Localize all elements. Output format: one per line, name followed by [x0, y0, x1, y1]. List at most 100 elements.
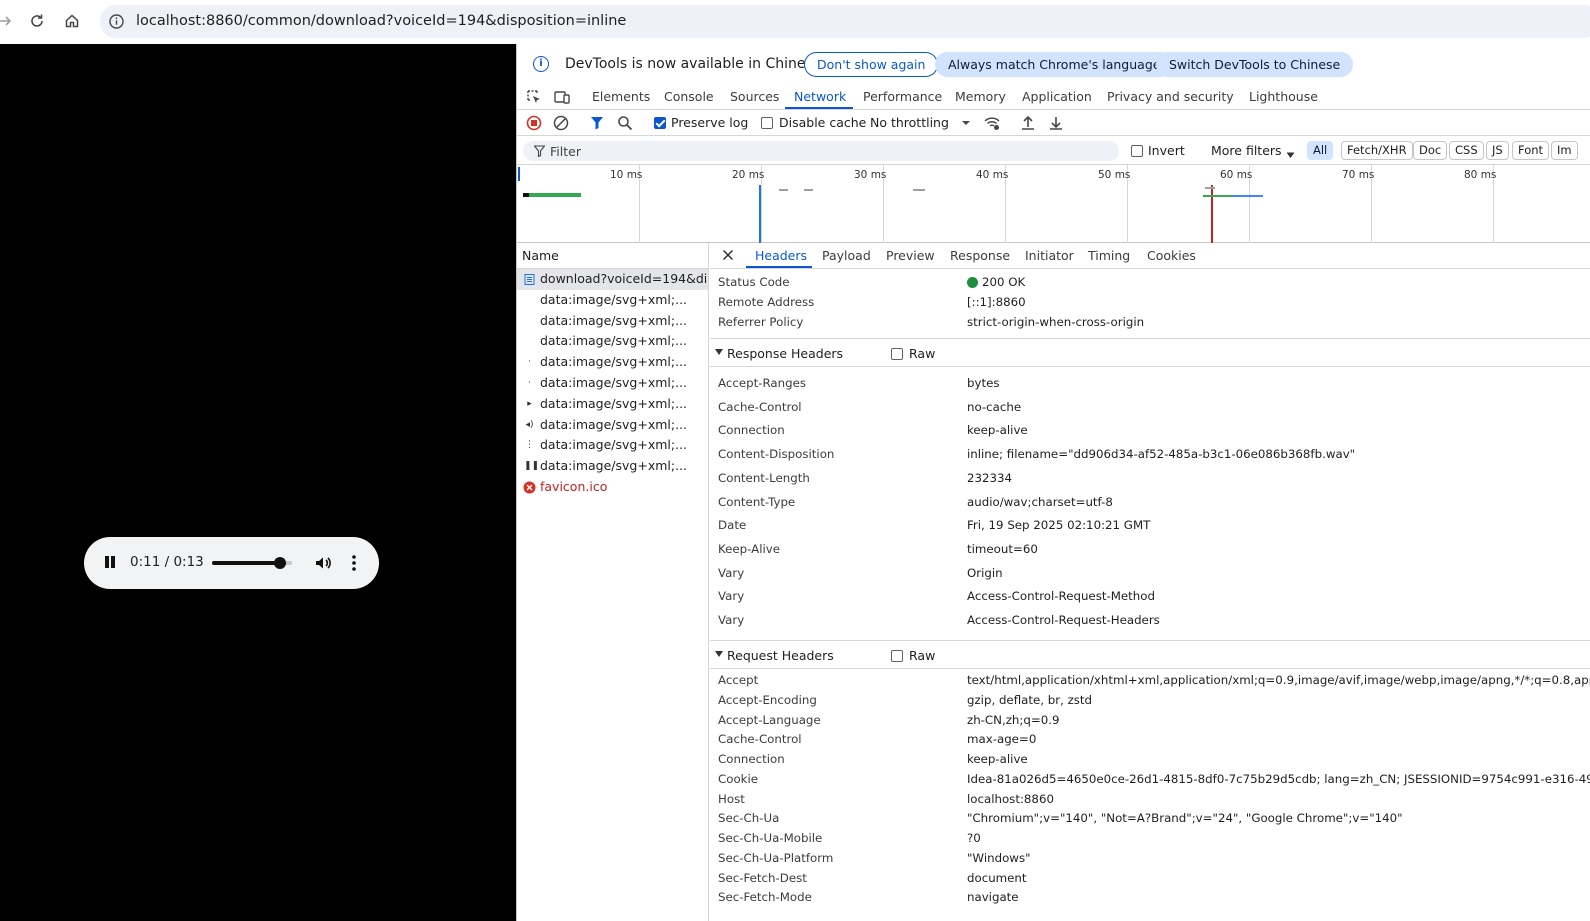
tab-initiator[interactable]: Initiator	[1025, 248, 1074, 263]
site-info-icon[interactable]	[108, 13, 125, 30]
header-value: 232334	[967, 470, 1013, 485]
network-conditions-icon[interactable]	[983, 114, 1001, 132]
header-value: inline; filename="dd906d34-af52-485a-b3c…	[967, 447, 1356, 462]
type-filter-doc[interactable]: Doc	[1413, 141, 1448, 160]
invert-checkbox[interactable]	[1131, 145, 1143, 157]
import-har-icon[interactable]	[1019, 114, 1037, 132]
more-options-icon[interactable]	[346, 553, 362, 573]
seek-slider[interactable]	[212, 557, 292, 569]
type-filter-all[interactable]: All	[1307, 141, 1334, 160]
tab-preview[interactable]: Preview	[886, 248, 935, 263]
tab-sources[interactable]: Sources	[730, 89, 779, 104]
pause-icon[interactable]	[102, 554, 118, 572]
inspect-element-icon[interactable]	[525, 88, 543, 106]
filter-icon[interactable]	[588, 114, 606, 132]
more-filters-button[interactable]: More filters	[1211, 143, 1282, 158]
tab-console[interactable]: Console	[664, 89, 714, 104]
close-icon[interactable]	[722, 249, 734, 264]
request-row[interactable]: · data:image/svg+xml;...	[517, 352, 708, 373]
request-bar	[1205, 187, 1215, 189]
more-icon: ⋮	[525, 440, 534, 451]
header-name: Sec-Ch-Ua-Platform	[718, 850, 834, 865]
request-headers-section[interactable]: Request Headers Raw	[710, 640, 1590, 669]
header-value: strict-origin-when-cross-origin	[967, 315, 1145, 329]
type-filter-fetch-xhr[interactable]: Fetch/XHR	[1341, 141, 1413, 160]
request-row[interactable]: data:image/svg+xml;...	[517, 290, 708, 311]
tab-elements[interactable]: Elements	[592, 89, 650, 104]
header-value: [::1]:8860	[967, 295, 1026, 309]
raw-checkbox[interactable]	[891, 650, 903, 662]
clear-icon[interactable]	[552, 114, 570, 132]
name-column-header[interactable]: Name	[517, 243, 708, 269]
header-value: text/html,application/xhtml+xml,applicat…	[967, 673, 1590, 687]
header-value: document	[967, 870, 1027, 885]
type-filter-font[interactable]: Font	[1512, 141, 1550, 160]
response-headers-section[interactable]: Response Headers Raw	[710, 338, 1590, 367]
details-tabbar: Headers Payload Preview Response Initiat…	[710, 243, 1590, 269]
tab-performance[interactable]: Performance	[863, 89, 942, 104]
seek-thumb[interactable]	[273, 557, 286, 569]
tab-response[interactable]: Response	[950, 248, 1010, 263]
request-row[interactable]: data:image/svg+xml;...	[517, 311, 708, 332]
type-filter-js[interactable]: JS	[1486, 141, 1509, 160]
dont-show-again-button[interactable]: Don't show again	[804, 52, 939, 77]
header-value: Access-Control-Request-Method	[967, 589, 1155, 604]
header-value: keep-alive	[967, 423, 1028, 438]
tab-lighthouse[interactable]: Lighthouse	[1249, 89, 1318, 104]
audio-player[interactable]: 0:11 / 0:13	[84, 537, 379, 589]
tab-memory[interactable]: Memory	[955, 89, 1006, 104]
type-filter-img[interactable]: Im	[1551, 141, 1578, 160]
request-name: data:image/svg+xml;...	[540, 312, 688, 328]
volume-icon[interactable]	[313, 553, 333, 573]
always-match-language-button[interactable]: Always match Chrome's language	[935, 52, 1174, 77]
url-text[interactable]: localhost:8860/common/download?voiceId=1…	[136, 13, 626, 29]
tab-application[interactable]: Application	[1022, 89, 1092, 104]
tab-privacy-security[interactable]: Privacy and security	[1107, 89, 1234, 104]
header-name: Referrer Policy	[718, 315, 804, 329]
throttling-select[interactable]: No throttling	[870, 115, 949, 130]
preserve-log-checkbox[interactable]	[654, 117, 666, 129]
more-filters-caret-icon[interactable]	[1286, 148, 1295, 162]
devtools-panel: i DevTools is now available in Chinese D…	[516, 44, 1590, 921]
request-bar	[1203, 195, 1233, 197]
request-row[interactable]: ⋮ data:image/svg+xml;...	[517, 435, 708, 456]
type-filter-css[interactable]: CSS	[1449, 141, 1484, 160]
switch-to-chinese-button[interactable]: Switch DevTools to Chinese	[1156, 52, 1354, 77]
tab-timing[interactable]: Timing	[1088, 248, 1130, 263]
address-bar[interactable]: localhost:8860/common/download?voiceId=1…	[100, 5, 1590, 38]
tab-cookies[interactable]: Cookies	[1147, 248, 1196, 263]
chevron-down-icon[interactable]	[960, 117, 978, 135]
forward-icon[interactable]	[0, 8, 18, 34]
network-overview-timeline[interactable]: 10 ms 20 ms 30 ms 40 ms 50 ms 60 ms 70 m…	[517, 164, 1590, 243]
request-row[interactable]: ❚❚ data:image/svg+xml;...	[517, 456, 708, 477]
collapse-triangle-icon[interactable]	[715, 349, 723, 355]
search-icon[interactable]	[616, 114, 634, 132]
header-value: "Windows"	[967, 850, 1031, 865]
request-row[interactable]: download?voiceId=194&di...	[517, 269, 708, 290]
header-name: Accept-Ranges	[718, 376, 806, 390]
device-toolbar-icon[interactable]	[553, 88, 571, 106]
record-stop-icon[interactable]	[525, 114, 543, 132]
disable-cache-checkbox[interactable]	[761, 117, 773, 129]
header-value: bytes	[967, 376, 1000, 390]
section-title: Response Headers	[727, 346, 844, 361]
header-value: zh-CN,zh;q=0.9	[967, 712, 1060, 727]
raw-checkbox[interactable]	[891, 348, 903, 360]
request-row[interactable]: data:image/svg+xml;...	[517, 331, 708, 352]
seek-progress	[212, 561, 280, 565]
reload-icon[interactable]	[24, 8, 50, 34]
home-icon[interactable]	[59, 8, 85, 34]
tab-payload[interactable]: Payload	[822, 248, 871, 263]
tab-network[interactable]: Network	[794, 89, 846, 104]
request-row[interactable]: · data:image/svg+xml;...	[517, 373, 708, 394]
header-name: Sec-Fetch-Mode	[718, 890, 812, 905]
collapse-triangle-icon[interactable]	[715, 651, 723, 657]
request-row[interactable]: ▸ data:image/svg+xml;...	[517, 394, 708, 415]
header-name: Vary	[718, 589, 745, 604]
filter-input[interactable]: Filter	[523, 141, 1119, 161]
tab-headers[interactable]: Headers	[755, 248, 807, 263]
export-har-icon[interactable]	[1047, 114, 1065, 132]
request-row[interactable]: favicon.ico	[517, 477, 708, 498]
header-value: Access-Control-Request-Headers	[967, 613, 1160, 627]
request-row[interactable]: ◂) data:image/svg+xml;...	[517, 415, 708, 436]
